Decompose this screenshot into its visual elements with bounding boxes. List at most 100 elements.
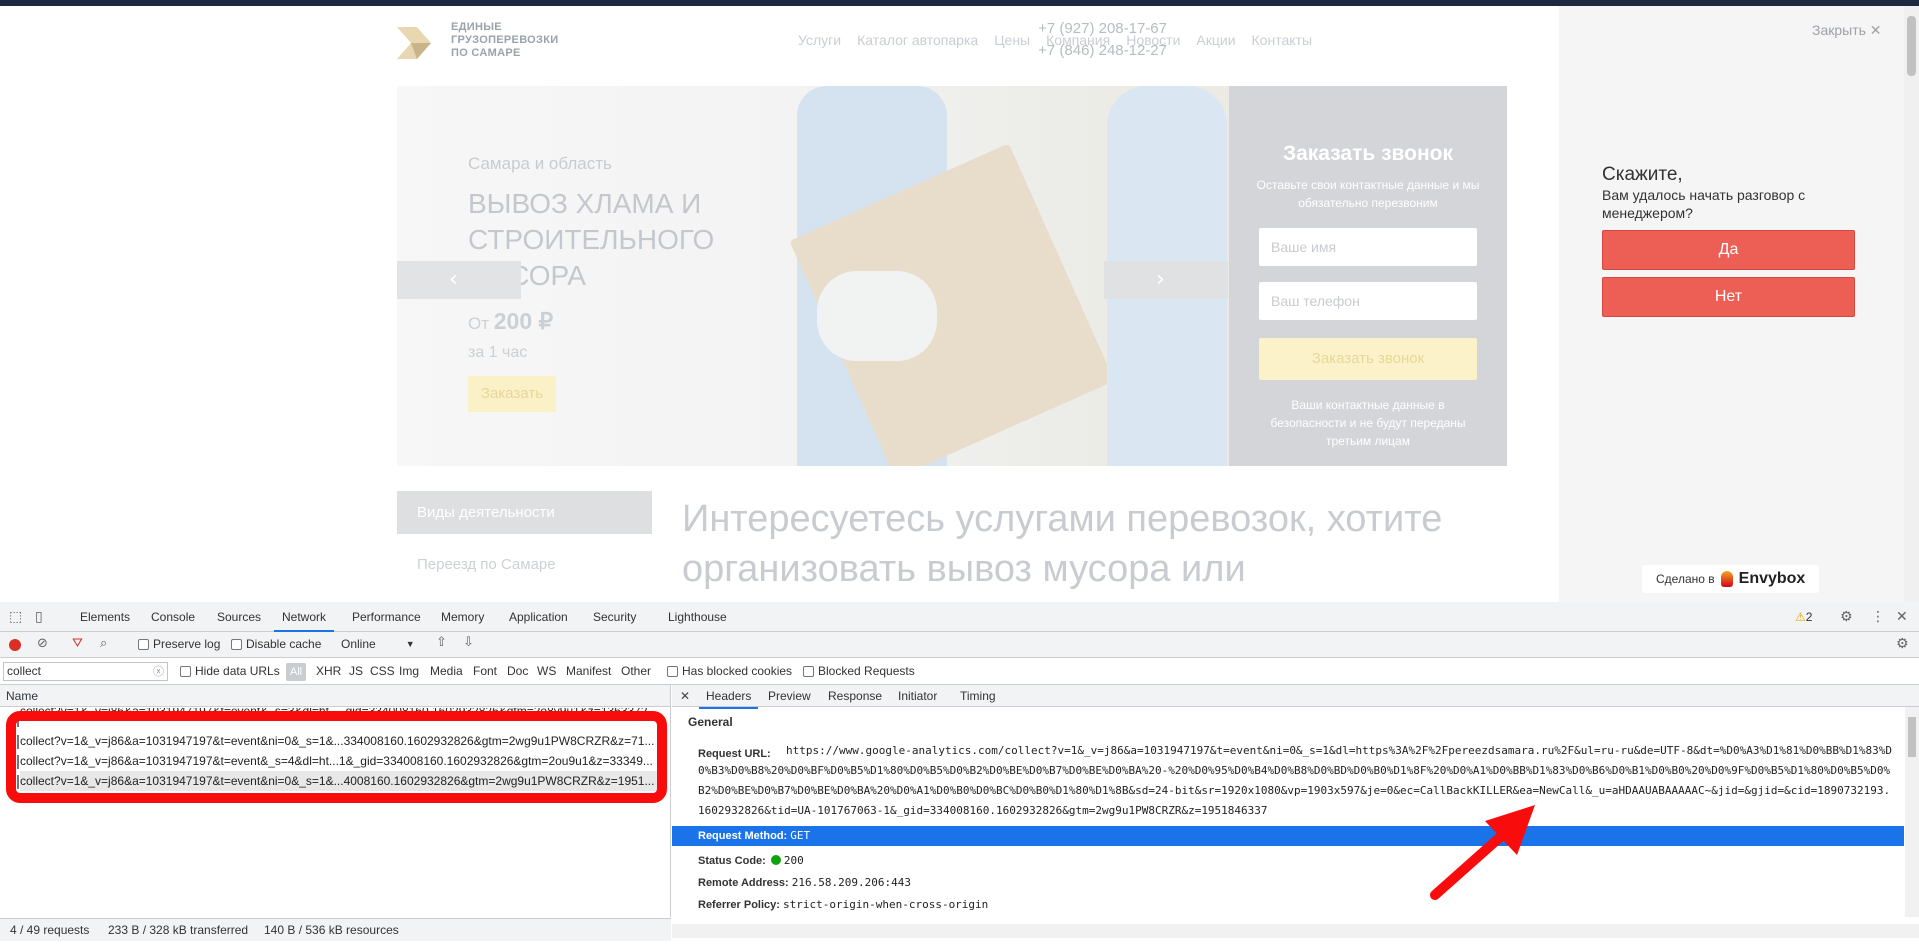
widget-question-title: Скажите,: [1602, 164, 1683, 185]
sidebar-item-moving[interactable]: Переезд по Самаре: [397, 556, 556, 573]
filter-type-other[interactable]: Other: [621, 664, 651, 678]
tab-security[interactable]: Security: [585, 602, 644, 632]
scrollbar-thumb[interactable]: [1908, 717, 1916, 757]
close-icon[interactable]: ✕: [1896, 609, 1908, 625]
filter-value: collect: [7, 664, 42, 678]
widget-close-button[interactable]: Закрыть ✕: [1812, 22, 1882, 39]
inspect-icon[interactable]: ⬚: [9, 609, 22, 625]
chevron-right-icon: ›: [1156, 267, 1165, 292]
clear-icon[interactable]: ⊘: [37, 636, 48, 651]
network-settings-icon[interactable]: ⚙: [1896, 636, 1909, 652]
preserve-log-checkbox[interactable]: Preserve log: [138, 637, 220, 651]
nav-item-contacts[interactable]: Контакты: [1252, 32, 1312, 48]
filter-type-doc[interactable]: Doc: [507, 664, 528, 678]
nav-item-fleet[interactable]: Каталог автопарка: [857, 32, 978, 48]
details-scrollbar[interactable]: [1905, 707, 1919, 917]
throttle-select[interactable]: Online ▼: [341, 637, 415, 651]
filter-type-css[interactable]: CSS: [370, 664, 395, 678]
tab-headers[interactable]: Headers: [699, 685, 759, 709]
slider-prev-button[interactable]: ‹: [397, 261, 521, 299]
nav-item-services[interactable]: Услуги: [798, 32, 841, 48]
status-ok-icon: [770, 855, 781, 865]
hero-order-button[interactable]: Заказать: [468, 376, 556, 412]
tab-application[interactable]: Application: [501, 602, 576, 632]
request-details: ✕ Headers Preview Response Initiator Tim…: [672, 685, 1919, 917]
close-details-icon[interactable]: ✕: [680, 689, 690, 703]
has-blocked-cookies-label: Has blocked cookies: [682, 664, 793, 678]
label: Remote Address:: [698, 877, 789, 889]
phone-number[interactable]: +7 (927) 208-17-67: [1038, 18, 1167, 40]
hide-data-urls-checkbox[interactable]: Hide data URLs: [180, 664, 280, 678]
submit-call-button[interactable]: Заказать звонок: [1259, 338, 1477, 380]
upload-icon[interactable]: ⇧: [436, 635, 447, 650]
more-options-icon[interactable]: ⋮: [1871, 609, 1885, 625]
filter-type-js[interactable]: JS: [349, 664, 363, 678]
details-horizontal-scrollbar[interactable]: [672, 924, 1919, 938]
network-toolbar: ⊘ ⛛ ⌕ Preserve log Disable cache Online ▼…: [0, 632, 1919, 658]
tab-lighthouse[interactable]: Lighthouse: [660, 602, 735, 632]
gear-icon[interactable]: ⚙: [1840, 609, 1853, 625]
name-input[interactable]: Ваше имя: [1259, 228, 1477, 266]
devtools-tab-bar: ⬚ ▯ Elements Console Sources Network Per…: [0, 602, 1919, 632]
request-method-row[interactable]: Request Method: GET: [672, 826, 1904, 846]
has-blocked-cookies-checkbox[interactable]: Has blocked cookies: [667, 664, 792, 678]
tab-memory[interactable]: Memory: [433, 602, 492, 632]
disable-cache-checkbox[interactable]: Disable cache: [231, 637, 321, 651]
clear-filter-icon[interactable]: ⓧ: [153, 663, 164, 679]
yes-button[interactable]: Да: [1602, 230, 1855, 270]
no-button[interactable]: Нет: [1602, 277, 1855, 317]
nav-item-prices[interactable]: Цены: [994, 32, 1030, 48]
warnings-counter[interactable]: ⚠2: [1795, 610, 1812, 624]
blocked-requests-checkbox[interactable]: Blocked Requests: [803, 664, 915, 678]
download-icon[interactable]: ⇩: [463, 635, 474, 650]
throttle-value: Online: [341, 637, 376, 651]
widget-scrollbar[interactable]: [1904, 6, 1919, 602]
search-icon[interactable]: ⌕: [100, 636, 107, 651]
site-logo[interactable]: ЕДИНЫЕ ГРУЗОПЕРЕВОЗКИ ПО САМАРЕ: [397, 21, 581, 60]
label: Request Method:: [698, 830, 788, 842]
network-filter-bar: collect ⓧ Hide data URLs All XHR JS CSS I…: [0, 658, 1919, 685]
nav-item-promos[interactable]: Акции: [1196, 32, 1235, 48]
phone-input[interactable]: Ваш телефон: [1259, 282, 1477, 320]
made-in-badge[interactable]: Сделано в Envybox: [1642, 565, 1820, 593]
filter-type-xhr[interactable]: XHR: [316, 664, 341, 678]
tab-initiator[interactable]: Initiator: [891, 685, 944, 707]
feedback-widget: Закрыть ✕ Скажите, Вам удалось начать ра…: [1559, 6, 1919, 602]
details-tab-bar: ✕ Headers Preview Response Initiator Tim…: [672, 685, 1919, 709]
value: 200: [783, 854, 804, 867]
filter-type-img[interactable]: Img: [399, 664, 419, 678]
scrollbar-thumb[interactable]: [1907, 16, 1916, 76]
hide-data-urls-label: Hide data URLs: [195, 664, 280, 678]
tab-network[interactable]: Network: [274, 602, 335, 632]
filter-type-media[interactable]: Media: [430, 664, 463, 678]
label: Status Code:: [698, 855, 766, 867]
filter-icon[interactable]: ⛛: [72, 636, 83, 651]
tab-performance[interactable]: Performance: [344, 602, 429, 632]
value: GET: [790, 829, 811, 842]
slider-next-button[interactable]: ›: [1104, 261, 1228, 299]
sidebar-title[interactable]: Виды деятельности: [397, 491, 652, 534]
devtools-panel: ⬚ ▯ Elements Console Sources Network Per…: [0, 602, 1919, 945]
tab-response[interactable]: Response: [821, 685, 889, 707]
filter-type-ws[interactable]: WS: [537, 664, 556, 678]
filter-type-manifest[interactable]: Manifest: [566, 664, 611, 678]
name-column-header[interactable]: Name: [0, 685, 670, 707]
general-label: General: [688, 715, 733, 729]
tab-elements[interactable]: Elements: [72, 602, 138, 632]
filter-input[interactable]: collect ⓧ: [3, 662, 168, 681]
filter-type-all[interactable]: All: [286, 663, 306, 681]
resources-size: 140 B / 536 kB resources: [264, 923, 399, 937]
record-icon[interactable]: [9, 639, 21, 651]
tab-sources[interactable]: Sources: [209, 602, 269, 632]
tab-timing[interactable]: Timing: [953, 685, 1003, 707]
transferred-size: 233 B / 328 kB transferred: [108, 923, 249, 937]
tab-console[interactable]: Console: [143, 602, 203, 632]
tab-preview[interactable]: Preview: [761, 685, 818, 707]
label: Referrer Policy:: [698, 899, 780, 911]
filter-type-font[interactable]: Font: [473, 664, 497, 678]
general-section-header[interactable]: General: [688, 715, 733, 729]
phone-number[interactable]: +7 (846) 248-12-27: [1038, 40, 1167, 62]
hero-glove-image: [817, 271, 937, 361]
disable-cache-label: Disable cache: [246, 637, 322, 651]
device-toolbar-icon[interactable]: ▯: [35, 609, 43, 625]
